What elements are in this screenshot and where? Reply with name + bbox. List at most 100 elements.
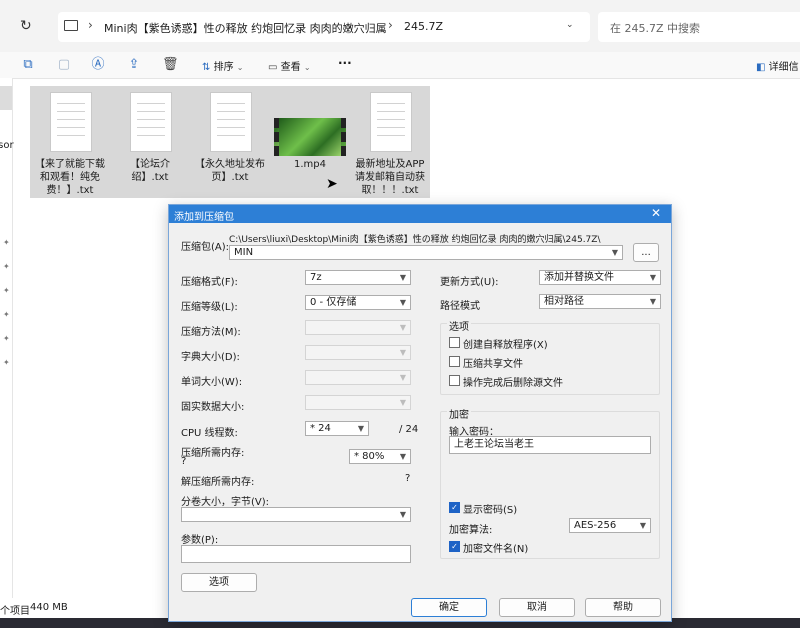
address-box[interactable]: › Mini肉【紫色诱惑】性の释放 约炮回忆录 肉肉的嫩穴归属 › 245.7Z… — [58, 12, 590, 42]
breadcrumb-current[interactable]: 245.7Z — [404, 20, 443, 33]
file-name: 最新地址及APP请发邮箱自动获取！！！.txt — [355, 159, 425, 196]
paste-icon[interactable]: ▢ — [56, 57, 72, 73]
level-select[interactable]: 0 - 仅存储 ▼ — [305, 295, 411, 310]
view-button[interactable]: ▭ 查看 ⌄ — [268, 58, 311, 73]
add-to-archive-dialog: 添加到压缩包 ✕ 压缩包(A): C:\Users\liuxi\Desktop\… — [168, 204, 672, 622]
chevron-down-icon: ▼ — [611, 248, 618, 257]
help-button[interactable]: 帮助 — [585, 598, 661, 617]
pin-icon: ✦ — [3, 262, 10, 271]
chevron-down-icon: ⌄ — [303, 63, 311, 72]
delete-checkbox[interactable] — [449, 375, 460, 386]
word-select[interactable]: ▼ — [305, 370, 411, 385]
shared-checkbox[interactable] — [449, 356, 460, 367]
update-select[interactable]: 添加并替换文件 ▼ — [539, 270, 661, 285]
browse-button[interactable]: ... — [633, 243, 659, 262]
breadcrumb-folder[interactable]: Mini肉【紫色诱惑】性の释放 约炮回忆录 肉肉的嫩穴归属 — [104, 20, 387, 36]
enc-method-value: AES-256 — [574, 520, 617, 531]
encrypt-group-title: 加密 — [447, 406, 471, 421]
details-pane-icon: ◧ — [756, 62, 766, 73]
chevron-down-icon: ▼ — [399, 373, 406, 382]
chevron-down-icon: ▼ — [357, 424, 364, 433]
dict-select[interactable]: ▼ — [305, 345, 411, 360]
shared-label: 压缩共享文件 — [463, 359, 523, 370]
details-pane-button[interactable]: ◧ 详细信 — [756, 58, 799, 73]
nav-item-fragment[interactable]: rsor — [0, 140, 14, 151]
delete-label: 操作完成后删除源文件 — [463, 378, 563, 389]
options-group-title: 选项 — [447, 318, 471, 333]
refresh-icon[interactable]: ↻ — [20, 18, 32, 34]
format-select[interactable]: 7z ▼ — [305, 270, 411, 285]
solid-select[interactable]: ▼ — [305, 395, 411, 410]
sort-label: 排序 — [213, 62, 234, 73]
update-label: 更新方式(U): — [440, 277, 499, 288]
mem-comp-select[interactable]: * 80% ▼ — [349, 449, 411, 464]
delete-icon[interactable]: 🗑 — [162, 57, 179, 73]
mem-comp-question: ? — [181, 456, 187, 467]
pin-icon: ✦ — [3, 334, 10, 343]
encrypt-names-checkbox[interactable]: ✓ — [449, 541, 460, 552]
details-pane-label: 详细信 — [768, 62, 799, 73]
chevron-down-icon: ▼ — [399, 398, 406, 407]
path-mode-select[interactable]: 相对路径 ▼ — [539, 294, 661, 309]
view-icon: ▭ — [268, 62, 278, 73]
cpu-total: / 24 — [399, 424, 419, 435]
nav-selected-item[interactable] — [0, 86, 12, 110]
format-label: 压缩格式(F): — [181, 277, 238, 288]
file-item[interactable]: 【永久地址发布页】.txt — [190, 86, 270, 198]
archive-name-input[interactable]: MIN ▼ — [229, 245, 623, 260]
dialog-title: 添加到压缩包 — [174, 212, 234, 223]
monitor-icon — [64, 20, 78, 31]
text-file-icon — [50, 92, 92, 152]
copy-icon[interactable]: ⧉ — [20, 57, 36, 73]
chevron-right-icon: › — [388, 18, 393, 32]
split-label: 分卷大小，字节(V): — [181, 497, 270, 508]
text-file-icon — [370, 92, 412, 152]
pin-icon: ✦ — [3, 358, 10, 367]
path-mode-label: 路径模式 — [440, 301, 480, 312]
file-name: 1.mp4 — [294, 159, 326, 170]
file-name: 【论坛介绍】.txt — [130, 159, 170, 183]
cpu-value: * 24 — [310, 423, 331, 434]
sfx-label: 创建自释放程序(X) — [463, 340, 548, 351]
address-bar-area: ↻ › Mini肉【紫色诱惑】性の释放 约炮回忆录 肉肉的嫩穴归属 › 245.… — [0, 0, 800, 53]
split-select[interactable]: ▼ — [181, 507, 411, 522]
show-password-label: 显示密码(S) — [463, 505, 518, 516]
enc-method-select[interactable]: AES-256 ▼ — [569, 518, 651, 533]
params-input[interactable] — [181, 545, 411, 563]
update-value: 添加并替换文件 — [544, 272, 614, 283]
command-bar: ⧉ ▢ Ⓐ ⇪ 🗑 ⇅ 排序 ⌄ ▭ 查看 ⌄ ··· ◧ 详细信 — [0, 52, 800, 79]
file-item[interactable]: 1.mp4 — [270, 86, 350, 198]
sort-button[interactable]: ⇅ 排序 ⌄ — [202, 58, 243, 73]
file-item[interactable]: 最新地址及APP请发邮箱自动获取！！！.txt — [350, 86, 430, 198]
share-icon[interactable]: ⇪ — [126, 57, 142, 73]
cpu-label: CPU 线程数: — [181, 428, 238, 439]
chevron-down-icon[interactable]: ⌄ — [566, 20, 574, 30]
enc-method-label: 加密算法: — [449, 525, 493, 536]
archive-label: 压缩包(A): — [181, 242, 230, 253]
method-select[interactable]: ▼ — [305, 320, 411, 335]
cancel-button[interactable]: 取消 — [499, 598, 575, 617]
close-icon[interactable]: ✕ — [651, 206, 661, 220]
dialog-title-bar[interactable]: 添加到压缩包 ✕ — [169, 205, 671, 223]
cpu-select[interactable]: * 24 ▼ — [305, 421, 369, 436]
mem-decomp-label: 解压缩所需内存: — [181, 477, 255, 488]
search-placeholder: 在 245.7Z 中搜索 — [610, 22, 701, 35]
ok-button[interactable]: 确定 — [411, 598, 487, 617]
options-button[interactable]: 选项 — [181, 573, 257, 592]
more-options-button[interactable]: ··· — [338, 56, 352, 70]
params-label: 参数(P): — [181, 535, 219, 546]
file-item[interactable]: 【来了就能下载和观看！纯免费！】.txt — [30, 86, 110, 198]
sort-icon: ⇅ — [202, 62, 211, 73]
password-input[interactable]: 上老王论坛当老王 — [449, 436, 651, 454]
rename-icon[interactable]: Ⓐ — [90, 57, 106, 73]
archive-path: C:\Users\liuxi\Desktop\Mini肉【紫色诱惑】性の释放 约… — [229, 235, 601, 245]
show-password-checkbox[interactable]: ✓ — [449, 502, 460, 513]
text-file-icon — [210, 92, 252, 152]
item-count: 个项目 — [0, 606, 30, 617]
search-input[interactable]: 在 245.7Z 中搜索 — [598, 12, 800, 42]
chevron-right-icon: › — [88, 18, 93, 32]
navigation-pane: rsor ✦ ✦ ✦ ✦ ✦ ✦ — [0, 78, 14, 598]
sfx-checkbox[interactable] — [449, 337, 460, 348]
file-item[interactable]: 【论坛介绍】.txt — [110, 86, 190, 198]
mem-decomp-question: ? — [405, 473, 411, 484]
